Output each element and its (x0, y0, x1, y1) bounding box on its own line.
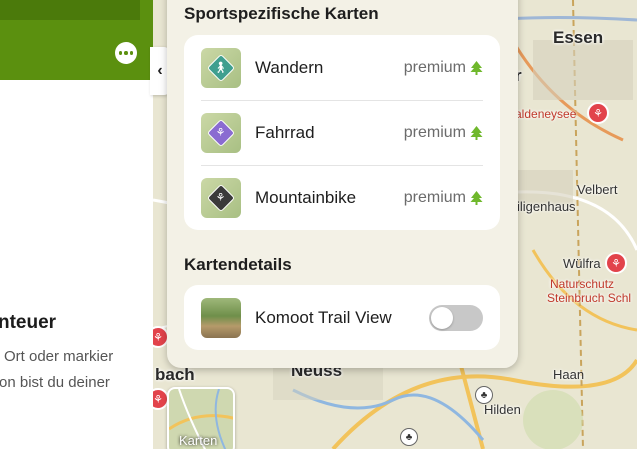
map-label-baldeneysee: aldeneysee (515, 107, 577, 121)
sport-maps-card: 🚶︎ Wandern premium ⚘ Fahrrad premium ⚘ M… (184, 35, 500, 230)
map-style-button[interactable]: Karten (167, 387, 235, 449)
map-details-card: Komoot Trail View (184, 285, 500, 350)
map-label-essen: Essen (553, 28, 604, 47)
premium-badge: premium (403, 188, 466, 206)
panel-text-line-1: Ort oder markier (4, 348, 114, 365)
layer-item-trail-view[interactable]: Komoot Trail View (184, 285, 500, 350)
map-label-hilden: Hilden (484, 402, 521, 417)
map-label-haan: Haan (553, 367, 585, 382)
panel-text-line-2: on bist du deiner (0, 374, 110, 391)
layer-label: Fahrrad (255, 122, 315, 142)
hiking-icon: 🚶︎ (201, 47, 241, 88)
premium-tree-icon (470, 125, 483, 140)
map-style-label: Karten (179, 433, 218, 448)
bike-poi-icon[interactable]: ⚘ (605, 252, 627, 274)
layer-item-mountainbike[interactable]: ⚘ Mountainbike premium (184, 165, 500, 230)
more-options-icon[interactable] (115, 42, 137, 64)
bicycle-icon: ⚘ (201, 112, 241, 153)
panel-header (0, 0, 153, 80)
layer-label: Wandern (255, 57, 324, 77)
park-poi-icon[interactable]: ♣ (475, 386, 493, 404)
map-layers-popup: Sportspezifische Karten 🚶︎ Wandern premi… (167, 0, 518, 368)
map-label-velbert: Velbert (577, 182, 618, 197)
layer-label: Mountainbike (255, 187, 357, 207)
header-strip (0, 0, 140, 20)
premium-tree-icon (470, 190, 483, 205)
mountainbike-icon: ⚘ (201, 177, 241, 218)
sport-maps-title: Sportspezifische Karten (184, 4, 379, 23)
premium-badge: premium (403, 123, 466, 141)
panel-title: nteuer (0, 312, 57, 333)
map-label-naturschutz: Naturschutz (550, 277, 615, 291)
bike-poi-icon[interactable]: ⚘ (587, 102, 609, 124)
map-details-title: Kartendetails (184, 255, 292, 274)
layer-label: Komoot Trail View (255, 307, 392, 327)
map-label-steinbruch: Steinbruch Schl (547, 291, 632, 305)
map-label-wuelfrath: Wülfra (563, 256, 601, 271)
map-label-heiligenhaus: iligenhaus (517, 199, 576, 214)
toggle-knob (431, 306, 453, 329)
trail-view-toggle[interactable] (429, 304, 483, 331)
premium-badge: premium (403, 58, 466, 76)
map-label-bach: bach (155, 365, 195, 384)
layer-item-fahrrad[interactable]: ⚘ Fahrrad premium (184, 100, 500, 165)
chevron-left-icon: ‹ (157, 62, 163, 79)
premium-tree-icon (470, 60, 483, 75)
park-poi-icon[interactable]: ♣ (400, 428, 418, 446)
layer-item-wandern[interactable]: 🚶︎ Wandern premium (184, 35, 500, 100)
trail-view-thumbnail (201, 297, 241, 338)
left-panel: nteuer Ort oder markier on bist du deine… (0, 0, 153, 449)
